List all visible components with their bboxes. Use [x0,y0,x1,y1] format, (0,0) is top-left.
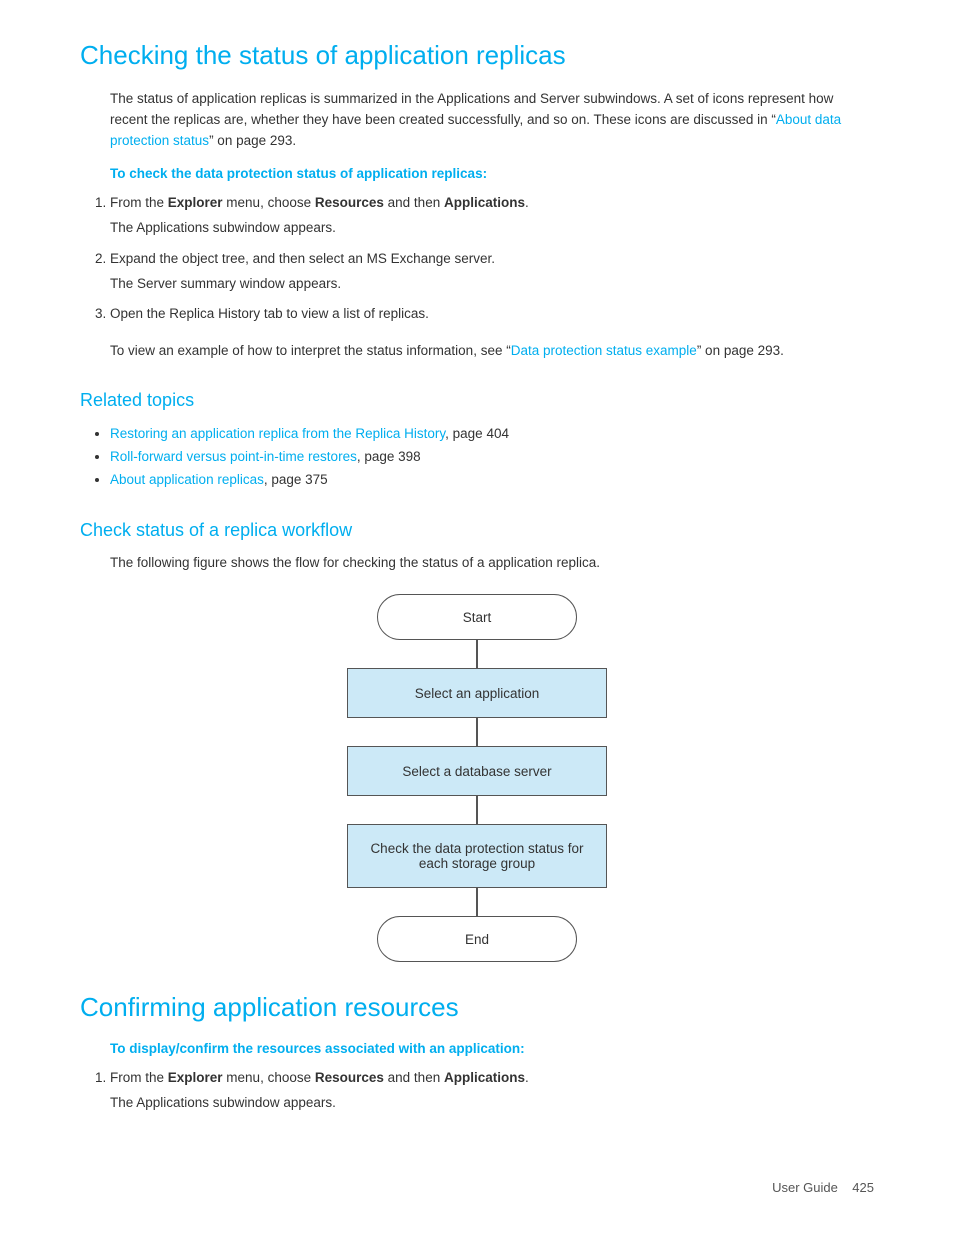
flowchart: Start Select an application Select a dat… [317,594,637,962]
step-2: Expand the object tree, and then select … [110,249,874,295]
confirming-title: Confirming application resources [80,992,874,1023]
page-footer: User Guide 425 [772,1180,874,1195]
intro-text: The status of application replicas is su… [110,89,874,152]
steps-list: From the Explorer menu, choose Resources… [110,193,874,326]
flowchart-node-select-application: Select an application [347,668,607,718]
related-topic-3: About application replicas, page 375 [110,469,874,492]
related-topics-list: Restoring an application replica from th… [110,423,874,492]
flowchart-connector-1 [476,640,478,668]
page-title: Checking the status of application repli… [80,40,874,71]
step-3: Open the Replica History tab to view a l… [110,304,874,325]
flowchart-start: Start [377,594,577,640]
confirming-step-1: From the Explorer menu, choose Resources… [110,1068,874,1114]
related-topics-title: Related topics [80,390,874,411]
related-topic-2: Roll-forward versus point-in-time restor… [110,446,874,469]
related-topic-1: Restoring an application replica from th… [110,423,874,446]
step-1: From the Explorer menu, choose Resources… [110,193,874,239]
flowchart-node-check-status: Check the data protection status foreach… [347,824,607,888]
confirming-steps-list: From the Explorer menu, choose Resources… [110,1068,874,1114]
workflow-title: Check status of a replica workflow [80,520,874,541]
flowchart-connector-3 [476,796,478,824]
view-example-text: To view an example of how to interpret t… [110,341,874,362]
instruction-heading: To check the data protection status of a… [110,166,874,181]
workflow-intro: The following figure shows the flow for … [110,553,874,574]
confirming-instruction-heading: To display/confirm the resources associa… [110,1041,874,1056]
related-topic-3-link[interactable]: About application replicas [110,472,264,487]
flowchart-node-select-database: Select a database server [347,746,607,796]
related-topic-1-link[interactable]: Restoring an application replica from th… [110,426,445,441]
flowchart-connector-4 [476,888,478,916]
flowchart-end: End [377,916,577,962]
related-topic-2-link[interactable]: Roll-forward versus point-in-time restor… [110,449,357,464]
footer-page-number: 425 [852,1180,874,1195]
footer-label: User Guide [772,1180,838,1195]
flowchart-connector-2 [476,718,478,746]
data-protection-example-link[interactable]: Data protection status example [511,343,697,358]
